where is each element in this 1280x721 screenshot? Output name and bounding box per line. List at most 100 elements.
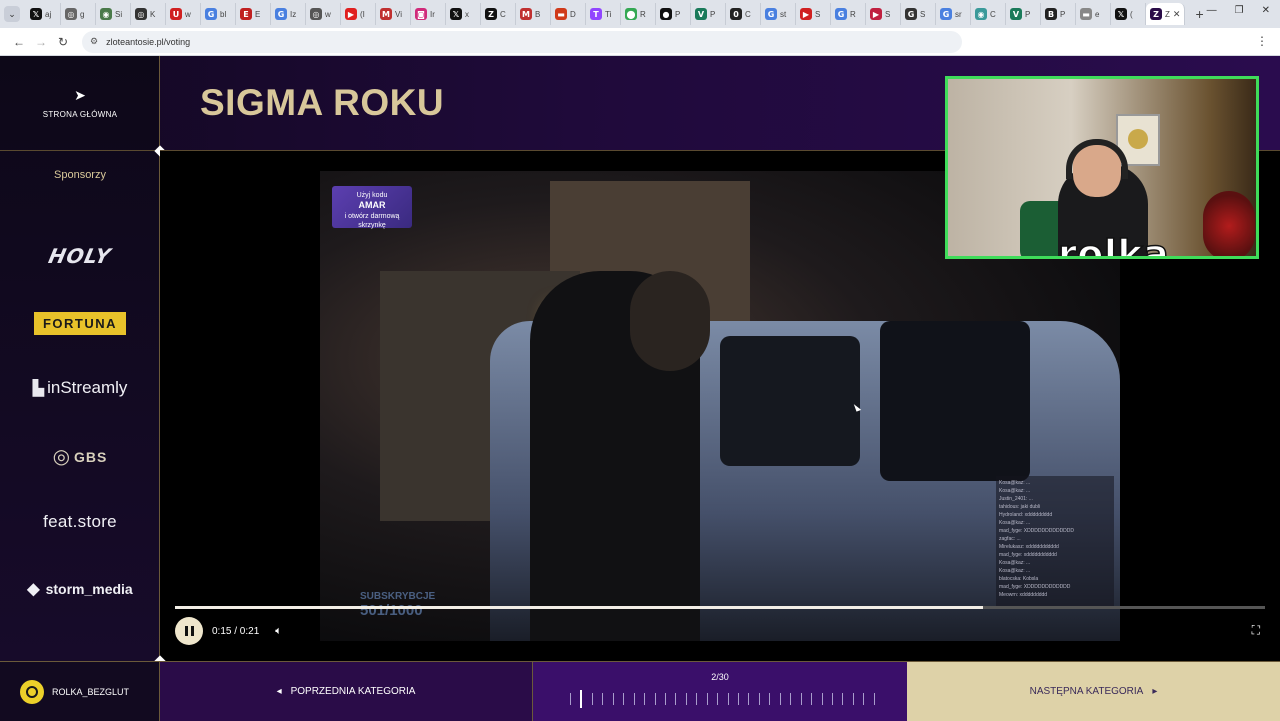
browser-tab[interactable]: VP	[691, 3, 726, 25]
browser-tab[interactable]: BP	[1041, 3, 1076, 25]
pager-tick[interactable]	[738, 693, 739, 705]
browser-menu-icon[interactable]: ⋮	[1256, 34, 1268, 48]
next-category-button[interactable]: NASTĘPNA KATEGORIA ▸	[907, 662, 1280, 721]
restore-icon[interactable]: ❐	[1235, 5, 1244, 16]
browser-tab[interactable]: Gbl	[201, 3, 236, 25]
pager-tick[interactable]	[664, 693, 666, 705]
browser-tab[interactable]: ▬ D	[551, 3, 586, 25]
site-info-icon[interactable]: ⚙	[90, 36, 98, 47]
close-window-icon[interactable]: ✕	[1262, 5, 1270, 16]
pager-tick[interactable]	[602, 693, 604, 705]
browser-tab[interactable]: GS	[901, 3, 936, 25]
tab-active[interactable]: Z Z ✕	[1146, 3, 1186, 25]
sponsor-feat-logo[interactable]: feat.store	[0, 512, 160, 532]
pager-tick[interactable]	[727, 693, 729, 705]
pager-tick[interactable]	[779, 693, 781, 705]
browser-tab[interactable]: 0C	[726, 3, 761, 25]
pager-tick[interactable]	[852, 693, 854, 705]
browser-tab[interactable]: GR	[831, 3, 866, 25]
sponsor-holy-logo[interactable]: HOLY	[0, 244, 160, 268]
pager-tick[interactable]	[675, 693, 677, 705]
browser-tab[interactable]: ▶ S	[866, 3, 901, 25]
sponsor-fortuna-logo[interactable]: FORTUNA	[0, 312, 160, 335]
pager-ticks[interactable]	[570, 690, 875, 708]
fullscreen-icon[interactable]: ⛶	[1252, 623, 1260, 638]
minimize-icon[interactable]: —	[1207, 5, 1217, 16]
pager-tick[interactable]	[612, 693, 614, 705]
pager-tick[interactable]	[831, 693, 833, 705]
pager-tick[interactable]	[863, 693, 865, 705]
user-profile[interactable]: ROLKA_BEZGLUT	[0, 662, 160, 721]
browser-tab-label: aj	[45, 9, 52, 19]
browser-tab[interactable]: T Ti	[586, 3, 621, 25]
pager-tick[interactable]	[696, 693, 698, 705]
browser-tab[interactable]: 𝕏(	[1111, 3, 1146, 25]
browser-tab[interactable]: EE	[236, 3, 271, 25]
browser-tab[interactable]: ● P	[656, 3, 691, 25]
sponsor-storm-logo[interactable]: ◆ storm_media	[0, 579, 160, 599]
reload-icon[interactable]: ↻	[52, 35, 74, 49]
forward-icon[interactable]: →	[30, 35, 52, 49]
pager-tick[interactable]	[821, 693, 823, 705]
pager-tick[interactable]	[717, 693, 719, 705]
browser-tab[interactable]: ◎ g	[61, 3, 96, 25]
sponsor-gbs-logo[interactable]: ◎ GBS	[0, 444, 160, 469]
pager-tick[interactable]	[873, 693, 875, 705]
browser-tab[interactable]: M Vi	[376, 3, 411, 25]
browser-tab[interactable]: ▬ e	[1076, 3, 1111, 25]
new-tab-button[interactable]: +	[1195, 6, 1203, 22]
pager-tick[interactable]	[842, 693, 844, 705]
pager-tick[interactable]	[633, 693, 635, 705]
browser-tab[interactable]: Gsr	[936, 3, 971, 25]
previous-category-button[interactable]: ◂ POPRZEDNIA KATEGORIA	[160, 662, 533, 721]
pager-tick[interactable]	[623, 693, 625, 705]
browser-tab[interactable]: 𝕏aj	[26, 3, 61, 25]
pager-tick[interactable]	[811, 693, 813, 705]
browser-tab[interactable]: ⬤ R	[621, 3, 656, 25]
category-pager[interactable]: 2/30	[533, 662, 907, 721]
browser-tab[interactable]: ◙ Ir	[411, 3, 446, 25]
browser-tab[interactable]: VP	[1006, 3, 1041, 25]
pause-button[interactable]	[175, 617, 203, 645]
pager-tick[interactable]	[570, 693, 571, 705]
pager-tick[interactable]	[769, 693, 771, 705]
volume-icon[interactable]: 🔈︎	[275, 625, 282, 638]
gmail-icon: M	[380, 8, 392, 20]
browser-tab[interactable]: ◎ w	[306, 3, 341, 25]
pager-tick[interactable]	[644, 693, 646, 705]
video-progress-bar[interactable]	[175, 606, 1265, 609]
browser-tab-label: C	[745, 9, 751, 19]
pager-tick[interactable]	[706, 693, 708, 705]
browser-tab[interactable]: G Iz	[271, 3, 306, 25]
sponsor-instreamly-logo[interactable]: ▙ inStreamly	[0, 378, 160, 398]
browser-tab[interactable]: ▶ (I	[341, 3, 376, 25]
page-title: SIGMA ROKU	[200, 82, 445, 123]
pager-tick[interactable]	[790, 693, 792, 705]
x-icon: 𝕏	[30, 8, 42, 20]
pager-tick-current[interactable]	[580, 690, 583, 708]
close-tab-icon[interactable]: ✕	[1173, 9, 1181, 20]
browser-tab[interactable]: 𝕏x	[446, 3, 481, 25]
gbs-icon: ◎	[52, 446, 71, 468]
pager-tick[interactable]	[800, 693, 802, 705]
browser-tab[interactable]: Gst	[761, 3, 796, 25]
back-icon[interactable]: ←	[8, 35, 30, 49]
browser-tab[interactable]: ◎ K	[131, 3, 166, 25]
pager-tick[interactable]	[591, 693, 593, 705]
browser-tab[interactable]: MB	[516, 3, 551, 25]
browser-tab[interactable]: ◉ Si	[96, 3, 131, 25]
sponsors-title: Sponsorzy	[54, 169, 106, 181]
pager-tick[interactable]	[654, 693, 656, 705]
url-field[interactable]: ⚙ zloteantosie.pl/voting	[82, 30, 962, 53]
pager-tick[interactable]	[758, 693, 760, 705]
video-time: 0:15 / 0:21	[212, 625, 260, 637]
pager-tick[interactable]	[748, 693, 750, 705]
tab-search-icon[interactable]: ⌄	[4, 6, 20, 22]
arrow-left-icon: ◂	[276, 686, 282, 697]
browser-tab[interactable]: ▶ S	[796, 3, 831, 25]
pager-tick[interactable]	[685, 693, 687, 705]
browser-tab[interactable]: ZC	[481, 3, 516, 25]
browser-tab[interactable]: ◉ C	[971, 3, 1006, 25]
home-link[interactable]: ➤ STRONA GŁÓWNA	[0, 56, 160, 151]
browser-tab[interactable]: Uw	[166, 3, 201, 25]
